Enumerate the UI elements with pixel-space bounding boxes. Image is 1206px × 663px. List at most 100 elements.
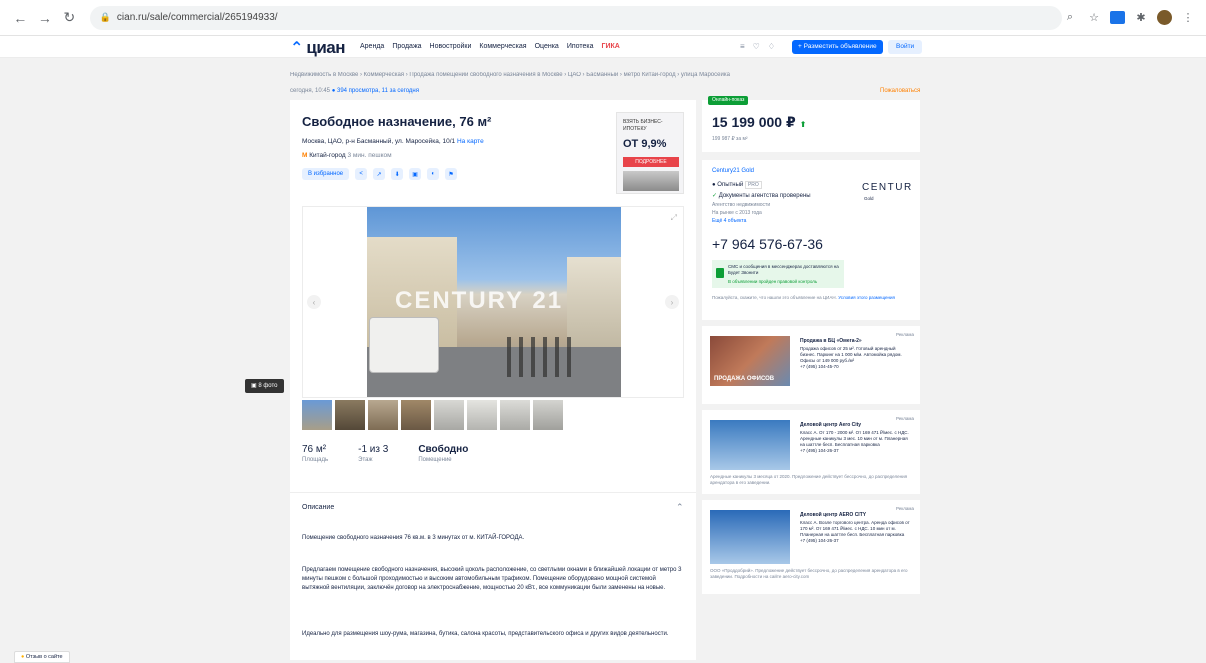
ad-title: Продажа в БЦ «Омега-2» — [800, 338, 862, 344]
download-icon[interactable]: ⬇ — [391, 168, 404, 180]
feedback-button[interactable]: ● Отзыв о сайте — [14, 651, 70, 663]
photo-gallery: ‹ › ⤢ CENTURY 21 ▣ 8 фото — [245, 206, 684, 398]
extension-icon[interactable] — [1110, 11, 1126, 24]
browser-toolbar: ← → ↻ 🔒 cian.ru/sale/commercial/26519493… — [0, 0, 1206, 36]
cian-logo[interactable]: ⌃ циан — [290, 38, 346, 58]
agency-logo: CENTUR — [862, 182, 913, 193]
nav-item-rent[interactable]: Аренда — [360, 43, 384, 50]
spec-floor: -1 из 3 Этаж — [358, 444, 389, 463]
sms-notice: СМС и сообщения в мессенджерах доставляю… — [712, 260, 844, 288]
nav-item-mortgage[interactable]: Ипотека — [567, 43, 594, 50]
photo-people — [507, 337, 577, 377]
gallery-prev-icon[interactable]: ‹ — [307, 295, 321, 309]
photo-count-button[interactable]: ▣ 8 фото — [245, 379, 284, 393]
thumbnail[interactable] — [368, 400, 398, 430]
lock-icon: 🔒 — [99, 12, 111, 22]
ad-text: Класс А. Возле торгового центра. Аренда … — [800, 520, 910, 543]
price-card: Онлайн-показ 15 199 000 ₽ ⬆ 199 987 ₽ за… — [702, 96, 920, 152]
price: 15 199 000 ₽ ⬆ — [712, 114, 807, 130]
menu-icon[interactable]: ⋮ — [1180, 10, 1196, 26]
ad-card[interactable]: Реклама Деловой центр Aero City Класс А.… — [702, 410, 920, 494]
thumbnail[interactable] — [335, 400, 365, 430]
thumbnail[interactable] — [533, 400, 563, 430]
puzzle-icon[interactable]: ✱ — [1133, 10, 1149, 26]
agent-sub: На рынке с 2013 года — [712, 210, 762, 216]
metro-station[interactable]: Китай-город — [309, 152, 345, 159]
ad-label: Реклама — [895, 332, 914, 337]
thumbnail[interactable] — [302, 400, 332, 430]
conditions-link[interactable]: Условия этого размещения — [838, 295, 895, 300]
login-button[interactable]: Войти — [888, 40, 923, 54]
photo-van — [369, 317, 439, 373]
agency-name[interactable]: Century21 Gold — [712, 168, 754, 174]
promo-image — [623, 171, 679, 191]
agent-note: Пожалуйста, скажите, что нашли это объяв… — [712, 295, 895, 300]
ad-card[interactable]: Реклама ПРОДАЖА ОФИСОВ Продажа в БЦ «Оме… — [702, 326, 920, 404]
nav-item-commercial[interactable]: Коммерческая — [479, 43, 526, 50]
promo-more-button[interactable]: ПОДРОБНЕЕ — [623, 157, 679, 167]
share-icon[interactable]: < — [355, 168, 368, 180]
price-up-icon[interactable]: ⬆ — [800, 120, 807, 129]
agent-type: ● Опытный PRO — [712, 181, 762, 189]
ad-card[interactable]: Реклама Деловой центр AERO CITY Класс А.… — [702, 500, 920, 594]
ad-image — [710, 510, 790, 564]
thumbnail[interactable] — [434, 400, 464, 430]
reload-icon[interactable]: ↻ — [59, 7, 80, 29]
metro-icon: M — [302, 152, 308, 159]
ad-legal: ООО «Проддобрий». Предложение действует … — [710, 568, 908, 579]
thumbnail[interactable] — [401, 400, 431, 430]
address-bar[interactable]: 🔒 cian.ru/sale/commercial/265194933/ — [89, 5, 1063, 30]
agency-logo-sub: Gold — [864, 196, 874, 201]
complain-link[interactable]: Пожаловаться — [880, 88, 920, 94]
compare-icon[interactable]: ≡ — [740, 42, 745, 51]
metro-walk: 3 мин. пешком — [347, 152, 392, 159]
spec-status: Свободно Помещение — [418, 444, 469, 463]
ad-label: Реклама — [895, 506, 914, 511]
gallery-next-icon[interactable]: › — [665, 295, 679, 309]
divider — [290, 492, 696, 493]
zoom-icon[interactable]: ⌕ — [1062, 10, 1078, 26]
price-per-meter: 199 987 ₽ за м² — [712, 136, 748, 142]
profile-avatar[interactable] — [1157, 10, 1173, 25]
nav-item-sale[interactable]: Продажа — [392, 43, 421, 50]
top-nav: Аренда Продажа Новостройки Коммерческая … — [360, 43, 620, 50]
map-link[interactable]: На карте — [457, 138, 484, 145]
ad-title: Деловой центр Aero City — [800, 422, 862, 428]
nav-item-newbuild[interactable]: Новостройки — [430, 43, 472, 50]
hide-icon[interactable]: ◐ — [427, 168, 440, 180]
ad-legal: Арендные каникулы 3 месяца от 2020. Пред… — [710, 474, 908, 485]
back-icon[interactable]: ← — [10, 7, 31, 29]
views-count[interactable]: 394 просмотра, 11 за сегодня — [337, 88, 419, 94]
favorite-button[interactable]: В избранное — [302, 168, 350, 180]
ad-label: Реклама — [895, 416, 914, 421]
fullscreen-icon[interactable]: ⤢ — [671, 213, 677, 223]
listing-meta: сегодня, 10:45 ● 394 просмотра, 11 за се… — [290, 88, 419, 94]
heart-icon[interactable]: ♡ — [753, 42, 760, 51]
agent-card: Century21 Gold ● Опытный PRO ✓ Документы… — [702, 160, 920, 320]
forward-icon[interactable]: → — [35, 7, 56, 29]
nav-item-extra[interactable]: ГИКА — [602, 43, 620, 50]
agent-docs: ✓ Документы агентства проверены — [712, 193, 811, 199]
phone-number[interactable]: +7 964 576-67-36 — [712, 236, 823, 252]
thumbnail[interactable] — [500, 400, 530, 430]
promo-heading: ВЗЯТЬ БИЗНЕС-ИПОТЕКУ — [623, 119, 663, 132]
feedback-icon: ● — [21, 654, 25, 660]
place-ad-button[interactable]: + Разместить объявление — [792, 40, 883, 54]
bell-icon[interactable]: ♢ — [768, 42, 775, 51]
logo-mark-icon: ⌃ — [290, 40, 304, 57]
ad-image: ПРОДАЖА ОФИСОВ — [710, 336, 790, 386]
nav-item-valuation[interactable]: Оценка — [535, 43, 559, 50]
star-icon[interactable]: ☆ — [1086, 10, 1102, 26]
chevron-up-icon[interactable]: ⌃ — [676, 502, 684, 513]
pin-icon[interactable]: ↗ — [373, 168, 386, 180]
flag-icon[interactable]: ⚑ — [445, 168, 458, 180]
print-icon[interactable]: ▣ — [409, 168, 422, 180]
listing-card: Свободное назначение, 76 м² Москва, ЦАО,… — [245, 100, 696, 660]
breadcrumb[interactable]: Недвижимость в Москве › Коммерческая › П… — [290, 72, 930, 78]
check-icon: ✓ — [712, 193, 718, 199]
agent-more-link[interactable]: Ещё 4 объекта — [712, 218, 746, 224]
address-text[interactable]: Москва, ЦАО, р-н Басманный, ул. Маросейк… — [302, 138, 455, 145]
thumbnail[interactable] — [467, 400, 497, 430]
main-photo[interactable]: CENTURY 21 — [367, 207, 621, 397]
mortgage-promo[interactable]: ВЗЯТЬ БИЗНЕС-ИПОТЕКУ ОТ 9,9% ПОДРОБНЕЕ — [616, 112, 684, 194]
